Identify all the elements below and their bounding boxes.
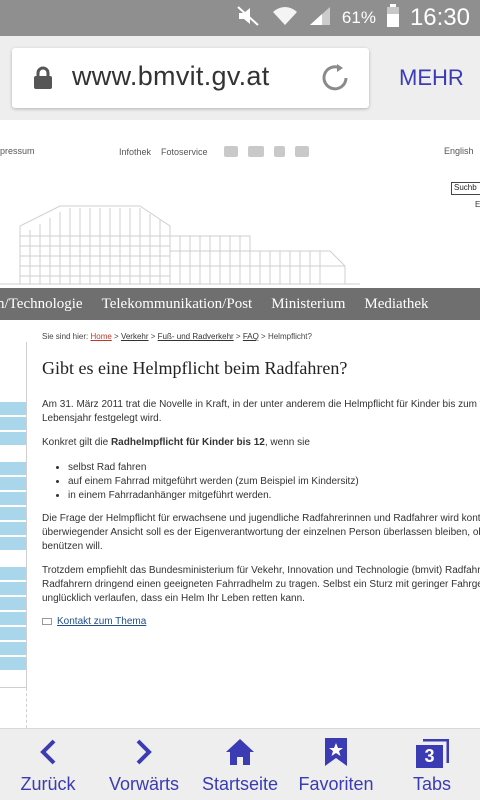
tabs-label: Tabs: [412, 774, 452, 794]
breadcrumb: Sie sind hier: Home > Verkehr > Fuß- und…: [42, 332, 312, 341]
contact-link-row: Kontakt zum Thema: [42, 616, 480, 627]
rss-icon[interactable]: [223, 146, 238, 157]
sidebar-item[interactable]: [0, 582, 26, 595]
sidebar-item[interactable]: [0, 627, 26, 640]
sidebar-item[interactable]: [0, 507, 26, 520]
breadcrumb-prefix: Sie sind hier:: [42, 332, 89, 341]
list-item: auf einem Fahrrad mitgeführt werden (zum…: [68, 475, 480, 489]
home-icon: [224, 737, 256, 772]
bookmark-star-icon: [324, 737, 348, 772]
nav-mediathek[interactable]: Mediathek: [364, 296, 428, 313]
url-text[interactable]: www.bmvit.gv.at: [72, 61, 270, 92]
breadcrumb-home[interactable]: Home: [90, 332, 111, 341]
fotoservice-link[interactable]: Fotoservice: [161, 147, 208, 157]
contact-link[interactable]: Kontakt zum Thema: [57, 616, 146, 627]
left-sidebar-menu: [0, 342, 27, 688]
facebook-icon[interactable]: [273, 146, 285, 157]
building-illustration: [0, 205, 360, 285]
sidebar-item[interactable]: [0, 642, 26, 655]
twitter-icon[interactable]: [294, 146, 309, 157]
forward-button[interactable]: Vorwärts: [96, 729, 192, 800]
sidebar-item[interactable]: [0, 612, 26, 625]
address-bar[interactable]: www.bmvit.gv.at: [12, 48, 369, 108]
sidebar-item[interactable]: [0, 657, 26, 670]
list-item: in einem Fahrradanhänger mitgeführt werd…: [68, 489, 480, 503]
social-icons: [223, 146, 309, 157]
paragraph-adults: Die Frage der Helmpflicht für erwachsene…: [42, 513, 480, 552]
paragraph-intro: Am 31. März 2011 trat die Novelle in Kra…: [42, 399, 480, 424]
breadcrumb-current: Helmpflicht?: [267, 332, 312, 341]
back-button[interactable]: Zurück: [0, 729, 96, 800]
english-link[interactable]: English: [444, 146, 474, 156]
main-navigation: n/Technologie Telekommunikation/Post Min…: [0, 288, 480, 320]
battery-percent: 61%: [341, 8, 376, 27]
mute-icon: [236, 5, 262, 32]
web-page: pressum Infothek Fotoservice English Suc…: [0, 120, 480, 728]
search-input[interactable]: Suchb: [451, 182, 480, 195]
impressum-link[interactable]: pressum: [0, 146, 35, 156]
tab-count: 3: [424, 746, 435, 766]
page-title: Gibt es eine Helmpflicht beim Radfahren?: [42, 358, 348, 378]
list-item: selbst Rad fahren: [68, 461, 480, 475]
sidebar-item[interactable]: [0, 477, 26, 490]
youtube-icon[interactable]: [247, 146, 264, 157]
forward-label: Vorwärts: [108, 774, 180, 794]
breadcrumb-radverkehr[interactable]: Fuß- und Radverkehr: [158, 332, 234, 341]
breadcrumb-verkehr[interactable]: Verkehr: [121, 332, 149, 341]
home-label: Startseite: [201, 774, 279, 794]
wifi-icon: [272, 5, 298, 32]
sidebar-item[interactable]: [0, 462, 26, 475]
tabs-button[interactable]: 3 Tabs: [384, 729, 480, 800]
signal-icon: [308, 5, 332, 32]
paragraph-konkret: Konkret gilt die Radhelmpflicht für Kind…: [42, 437, 310, 448]
nav-technologie[interactable]: n/Technologie: [0, 296, 83, 313]
clock: 16:30: [409, 4, 470, 31]
sidebar-item[interactable]: [0, 537, 26, 550]
browser-toolbar: www.bmvit.gv.at MEHR: [0, 36, 480, 120]
paragraph-recommendation: Trotzdem empfiehlt das Bundesministerium…: [42, 565, 480, 604]
chevron-right-icon: [133, 738, 155, 771]
favorites-button[interactable]: Favoriten: [288, 729, 384, 800]
browser-bottom-bar: Zurück Vorwärts Startseite Favoriten 3 T…: [0, 728, 480, 800]
home-button[interactable]: Startseite: [192, 729, 288, 800]
reload-icon[interactable]: [318, 61, 352, 100]
status-bar: 61% 16:30: [0, 0, 480, 36]
search-label-fragment: E: [475, 200, 480, 209]
article: Sie sind hier: Home > Verkehr > Fuß- und…: [42, 332, 480, 627]
breadcrumb-faq[interactable]: FAQ: [243, 332, 259, 341]
mail-icon: [42, 618, 52, 625]
sidebar-item[interactable]: [0, 567, 26, 580]
battery-icon: [386, 3, 400, 33]
lock-icon: [32, 66, 54, 95]
favorites-label: Favoriten: [298, 774, 374, 794]
sidebar-item[interactable]: [0, 492, 26, 505]
chevron-left-icon: [37, 738, 59, 771]
sidebar-item[interactable]: [0, 432, 26, 445]
infothek-link[interactable]: Infothek: [119, 147, 151, 157]
back-label: Zurück: [20, 774, 76, 794]
more-menu-button[interactable]: MEHR: [399, 65, 464, 91]
nav-ministerium[interactable]: Ministerium: [271, 296, 345, 313]
sidebar-item[interactable]: [0, 417, 26, 430]
sidebar-item[interactable]: [0, 402, 26, 415]
sidebar-item[interactable]: [0, 522, 26, 535]
helmet-rules-list: selbst Rad fahren auf einem Fahrrad mitg…: [68, 461, 480, 503]
nav-telekommunikation[interactable]: Telekommunikation/Post: [102, 296, 253, 313]
sidebar-lower-box: [0, 688, 27, 728]
tabs-icon: 3: [415, 739, 449, 769]
sidebar-item[interactable]: [0, 597, 26, 610]
top-links: Infothek Fotoservice: [119, 146, 309, 157]
